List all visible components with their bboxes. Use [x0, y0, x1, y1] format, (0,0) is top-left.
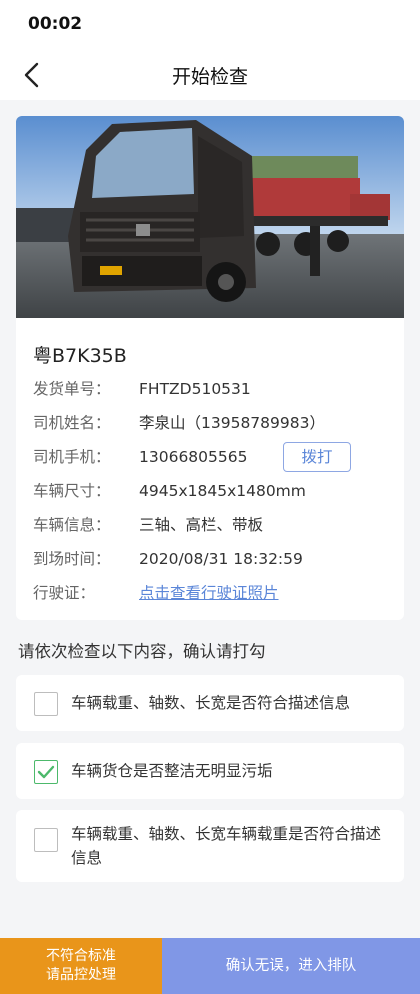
vehicle-info: 三轴、高栏、带板: [139, 516, 264, 534]
reject-button[interactable]: 不符合标准 请品控处理: [0, 938, 162, 994]
checkbox[interactable]: [34, 692, 58, 716]
checklist-item-text: 车辆载重、轴数、长宽车辆载重是否符合描述信息: [71, 825, 382, 867]
checklist-item-text: 车辆货仓是否整洁无明显污垢: [71, 762, 273, 780]
reject-button-line2: 请品控处理: [46, 967, 116, 983]
order-number: FHTZD510531: [139, 380, 251, 398]
vehicle-size: 4945x1845x1480mm: [139, 482, 306, 500]
info-row-phone: 司机手机： 13066805565 拨打: [33, 442, 393, 472]
nav-bar: 开始检查: [0, 50, 420, 100]
checklist-item[interactable]: 车辆货仓是否整洁无明显污垢: [16, 743, 404, 799]
info-row-order: 发货单号： FHTZD510531: [33, 376, 393, 402]
driver-name: 李泉山（13958789983）: [139, 414, 325, 432]
checklist-prompt: 请依次检查以下内容，确认请打勾: [18, 642, 266, 661]
plate-number: 粤B7K35B: [33, 345, 127, 367]
info-label: 车辆信息：: [33, 516, 111, 534]
checklist-item[interactable]: 车辆载重、轴数、长宽是否符合描述信息: [16, 675, 404, 731]
checklist-item-text: 车辆载重、轴数、长宽是否符合描述信息: [71, 694, 351, 712]
vehicle-card: 粤B7K35B 发货单号： FHTZD510531 司机姓名： 李泉山（1395…: [16, 116, 404, 620]
view-license-link[interactable]: 点击查看行驶证照片: [139, 580, 279, 606]
confirm-button[interactable]: 确认无误，进入排队: [162, 938, 420, 994]
checklist-item[interactable]: 车辆载重、轴数、长宽车辆载重是否符合描述信息: [16, 810, 404, 882]
status-time: 00:02: [28, 14, 83, 34]
info-row-size: 车辆尺寸： 4945x1845x1480mm: [33, 478, 393, 504]
info-row-vehicle-info: 车辆信息： 三轴、高栏、带板: [33, 512, 393, 538]
page-title: 开始检查: [171, 66, 248, 88]
info-label: 到场时间：: [33, 550, 111, 568]
info-label: 司机姓名：: [33, 414, 111, 432]
checkbox-checked[interactable]: [34, 760, 58, 784]
info-label: 发货单号：: [33, 380, 111, 398]
truck-photo: [16, 116, 404, 318]
checkbox[interactable]: [34, 828, 58, 852]
info-label: 司机手机：: [33, 448, 111, 466]
check-icon: [37, 765, 55, 779]
status-bar: 00:02: [0, 0, 420, 50]
info-row-license: 行驶证： 点击查看行驶证照片: [33, 580, 393, 606]
info-row-driver: 司机姓名： 李泉山（13958789983）: [33, 410, 393, 436]
call-button[interactable]: 拨打: [283, 442, 351, 472]
info-label: 车辆尺寸：: [33, 482, 111, 500]
info-label: 行驶证：: [33, 584, 96, 602]
info-row-arrival: 到场时间： 2020/08/31 18:32:59: [33, 546, 393, 572]
reject-button-line1: 不符合标准: [46, 948, 116, 964]
arrival-time: 2020/08/31 18:32:59: [139, 550, 303, 568]
driver-phone: 13066805565: [139, 448, 248, 466]
